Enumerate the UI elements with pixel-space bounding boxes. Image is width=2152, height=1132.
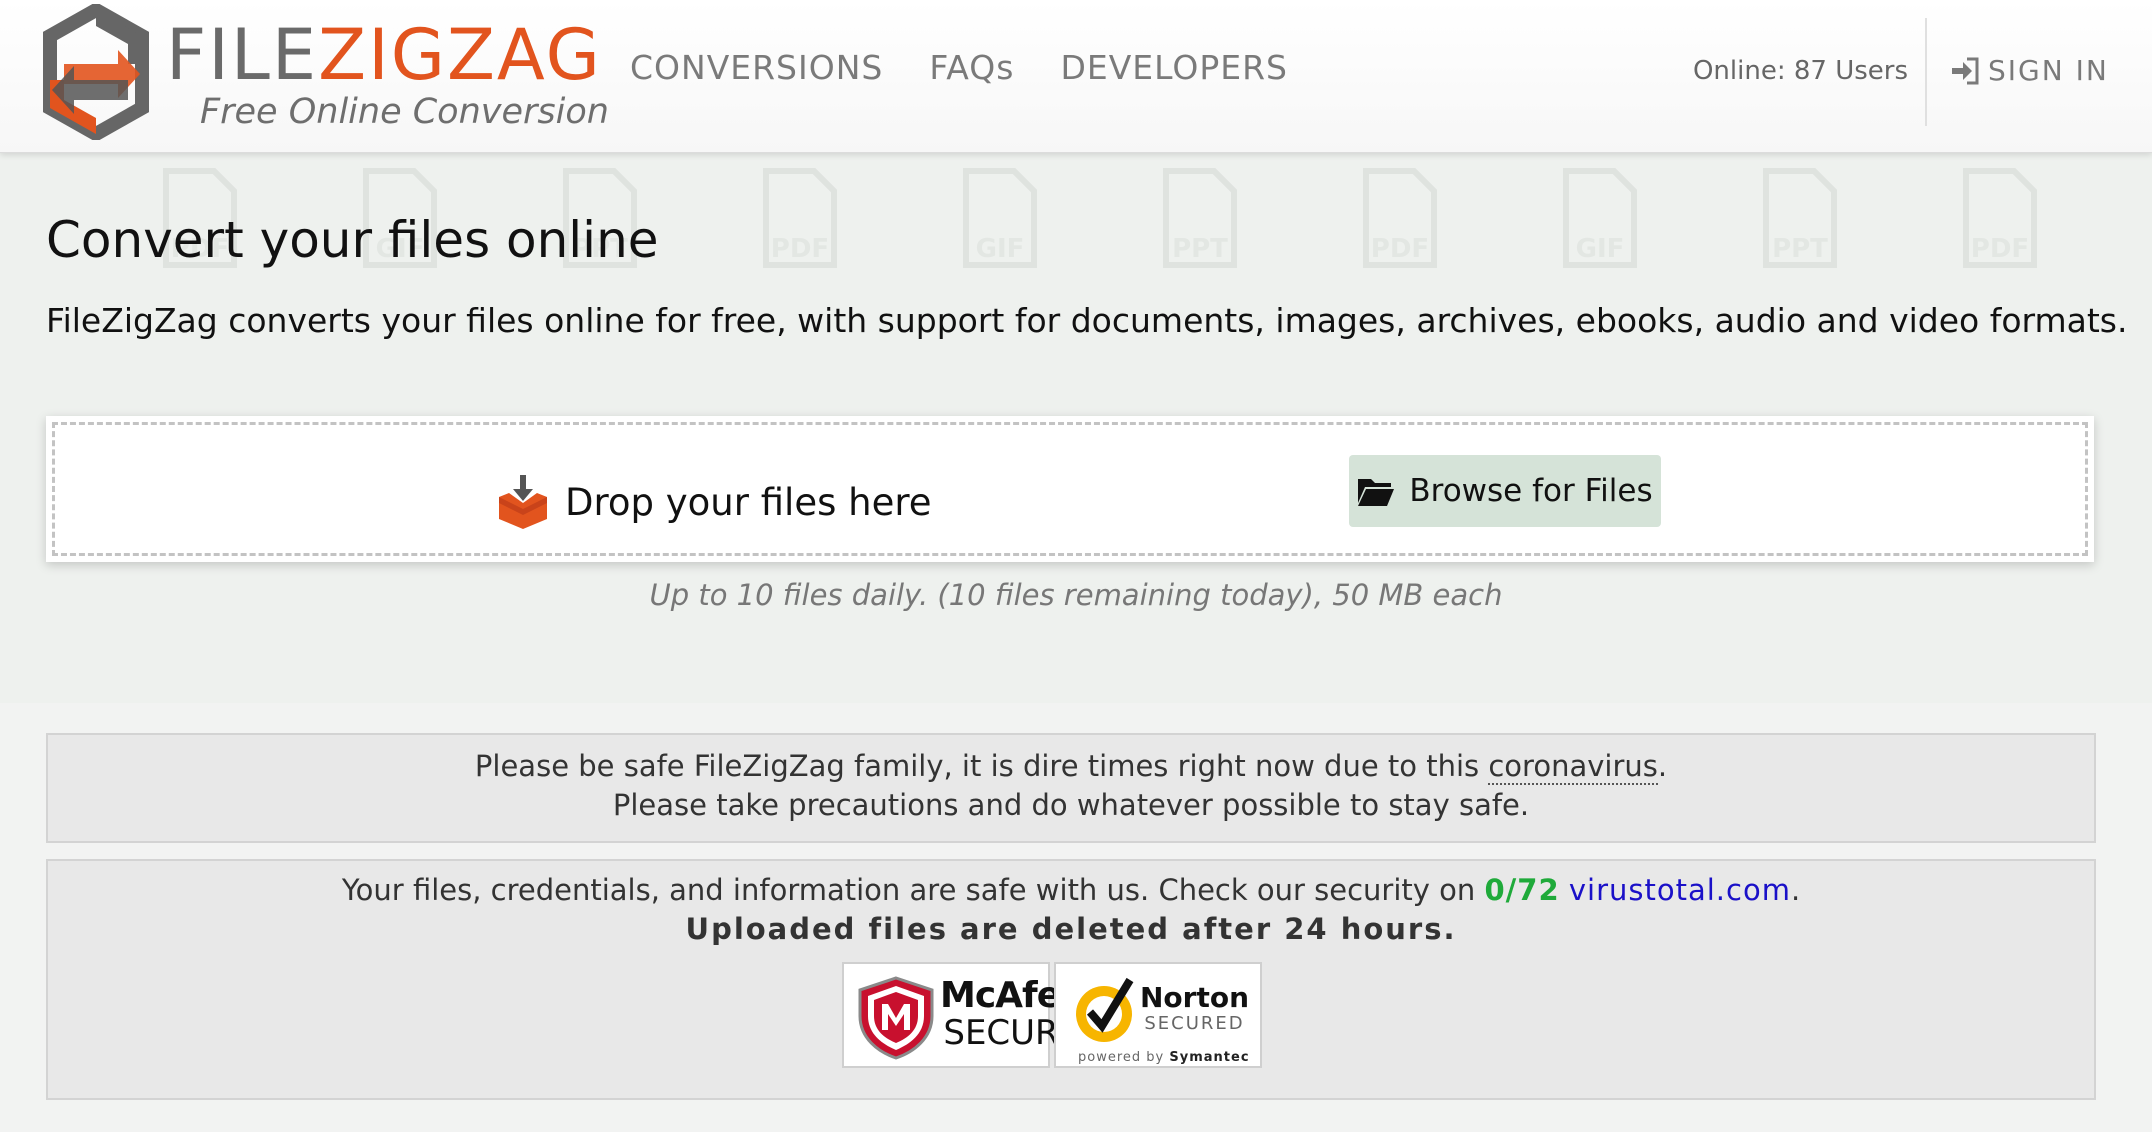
drop-box-icon [499,475,547,529]
security-notice-text: Your files, credentials, and information… [341,873,1485,907]
security-notice-period: . [1790,873,1801,907]
page-title: Convert your files online [46,211,659,269]
security-badges: McAfee SECURE Norton SECURED powered by … [842,962,1262,1068]
logo-file-text: FILE [166,14,319,96]
browse-files-label: Browse for Files [1409,473,1653,509]
norton-powered-by: powered by Symantec [1078,1050,1250,1065]
background-file-icon: PDF [763,168,837,268]
deletion-policy-text: Uploaded files are deleted after 24 hour… [685,912,1457,946]
svg-text:PDF: PDF [771,234,829,264]
folder-open-icon [1358,479,1395,506]
safety-notice-text: Please be safe FileZigZag family, it is … [474,749,1489,783]
sign-in-link[interactable]: SIGN IN [1950,54,2109,87]
background-file-icon: PPT [1163,168,1237,268]
safety-notice: Please be safe FileZigZag family, it is … [46,733,2096,843]
virustotal-link[interactable]: virustotal.com [1569,873,1791,907]
browse-files-button[interactable]: Browse for Files [1349,455,1661,527]
background-file-icon: PDF [1363,168,1437,268]
mcafee-secure-badge[interactable]: McAfee SECURE [842,962,1085,1068]
background-file-icon: GIF [963,168,1037,268]
filezigzag-logo-icon[interactable] [42,4,150,140]
site-header: FILEZIGZAG Free Online Conversion CONVER… [0,0,2152,153]
virustotal-score: 0/72 [1484,873,1560,907]
drop-files-label: Drop your files here [495,473,932,531]
svg-text:PDF: PDF [1971,234,2029,264]
background-file-icon: PPT [1763,168,1837,268]
symantec-label: Symantec [1169,1050,1250,1065]
norton-secured-badge[interactable]: Norton SECURED powered by Symantec [1054,962,1262,1068]
mcafee-shield-icon [858,976,934,1060]
upload-limits-text: Up to 10 files daily. (10 files remainin… [649,578,1503,612]
intro-text: FileZigZag converts your files online fo… [46,301,2128,340]
nav-conversions[interactable]: CONVERSIONS [630,48,883,88]
safety-notice-period: . [1657,749,1668,783]
sign-in-label: SIGN IN [1988,54,2109,87]
coronavirus-link[interactable]: coronavirus [1488,749,1658,785]
safety-notice-line-2: Please take precautions and do whatever … [612,788,1530,822]
svg-text:GIF: GIF [976,234,1025,264]
norton-text: Norton SECURED [1140,984,1249,1033]
svg-text:PDF: PDF [1371,234,1429,264]
security-notice-line-1: Your files, credentials, and information… [48,871,2094,910]
norton-check-icon [1076,977,1134,1042]
main-nav: CONVERSIONS FAQs DEVELOPERS [630,48,1334,88]
nav-developers[interactable]: DEVELOPERS [1060,48,1288,88]
background-file-icon: GIF [1563,168,1637,268]
norton-secured-label: SECURED [1144,1013,1245,1034]
file-drop-zone[interactable]: Drop your files here Browse for Files [52,422,2088,556]
drop-files-text: Drop your files here [565,480,932,524]
svg-text:PPT: PPT [1772,234,1828,264]
logo-zigzag-text: ZIGZAG [318,14,602,96]
svg-text:GIF: GIF [1576,234,1625,264]
logo-wordmark[interactable]: FILEZIGZAG [166,20,602,90]
norton-powered-by-label: powered by [1078,1050,1165,1065]
online-users-count: Online: 87 Users [1692,56,1908,86]
sign-in-icon [1952,57,1979,84]
upload-panel: Drop your files here Browse for Files [46,416,2094,562]
header-divider [1925,18,1927,126]
svg-text:PPT: PPT [1172,234,1228,264]
background-file-icon: PDF [1963,168,2037,268]
logo-tagline: Free Online Conversion [200,92,609,132]
hero-section: PDFGIFPPTPDFGIFPPTPDFGIFPPTPDF WMVDOCJPG… [0,153,2152,703]
security-notice: Your files, credentials, and information… [46,859,2096,1100]
safety-notice-line-1: Please be safe FileZigZag family, it is … [48,747,2094,786]
norton-brand: Norton [1140,981,1250,1014]
nav-faqs[interactable]: FAQs [929,48,1014,88]
